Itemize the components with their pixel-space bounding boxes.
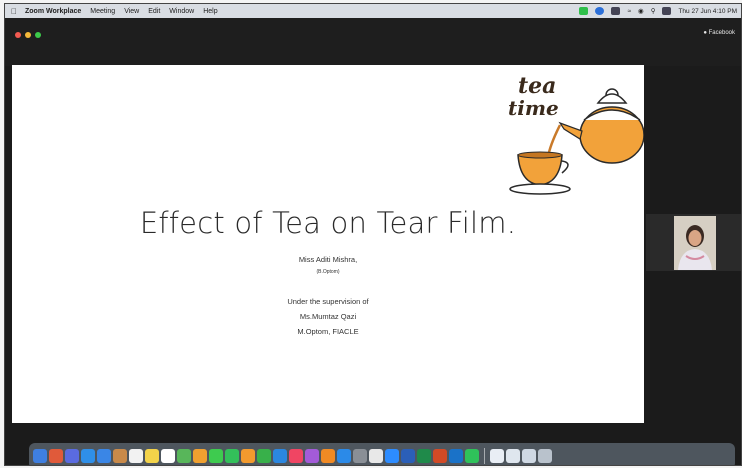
- tea-time-illustration: tea time: [508, 73, 644, 195]
- presenter-degree: (B.Optom): [316, 269, 340, 275]
- supervisor-name: Ms.Mumtaz Qazi: [299, 312, 357, 321]
- wifi-icon[interactable]: ≈: [627, 8, 631, 15]
- dock-document-2-icon[interactable]: [506, 449, 520, 463]
- art-word-time: time: [508, 96, 559, 120]
- menu-help[interactable]: Help: [203, 8, 217, 15]
- close-icon[interactable]: [15, 32, 21, 38]
- dock-word-icon[interactable]: [401, 449, 415, 463]
- dock-numbers-icon[interactable]: [257, 449, 271, 463]
- participant-video-thumbnail[interactable]: [646, 214, 741, 271]
- participant-video: [674, 216, 716, 270]
- dock-document-3-icon[interactable]: [522, 449, 536, 463]
- dock-podcasts-icon[interactable]: [305, 449, 319, 463]
- dock-facetime-icon[interactable]: [225, 449, 239, 463]
- maximize-icon[interactable]: [35, 32, 41, 38]
- dock-launchpad-icon[interactable]: [49, 449, 63, 463]
- slide-title: Effect of Tea on Tear Film.: [139, 206, 517, 240]
- dock-books-icon[interactable]: [321, 449, 335, 463]
- supervision-line: Under the supervision of: [287, 297, 369, 306]
- dock-photos-icon[interactable]: [193, 449, 207, 463]
- zoom-status-icon[interactable]: [579, 7, 589, 15]
- shared-screen-slide: tea time Effect of Tea on Tear Film. Mis…: [12, 65, 644, 423]
- dock-mail-icon[interactable]: [97, 449, 111, 463]
- dock-app-store-icon[interactable]: [337, 449, 351, 463]
- control-center-icon[interactable]: ◉: [638, 7, 644, 15]
- record-icon[interactable]: [595, 7, 605, 15]
- screen-share-icon[interactable]: [662, 7, 672, 15]
- dock-safari-icon[interactable]: [81, 449, 95, 463]
- search-icon[interactable]: ⚲: [651, 7, 656, 15]
- dock-excel-icon[interactable]: [417, 449, 431, 463]
- dock-messages-icon[interactable]: [209, 449, 223, 463]
- dock-contacts-icon[interactable]: [113, 449, 127, 463]
- dock-calendar-icon[interactable]: [129, 449, 143, 463]
- status-area: ≈ ◉ ⚲ Thu 27 Jun 4:10 PM: [579, 4, 737, 18]
- dock-keynote-icon[interactable]: [273, 449, 287, 463]
- minimize-icon[interactable]: [25, 32, 31, 38]
- menu-bar:  Zoom Workplace Meeting View Edit Windo…: [5, 4, 741, 18]
- dock-separator: [484, 448, 485, 464]
- dock: [29, 443, 735, 465]
- dock-finder-icon[interactable]: [33, 449, 47, 463]
- dock-reminders-icon[interactable]: [161, 449, 175, 463]
- menu-view[interactable]: View: [124, 8, 139, 15]
- menu-window[interactable]: Window: [169, 8, 194, 15]
- view-label[interactable]: ● Facebook: [703, 30, 735, 36]
- menu-clock: Thu 27 Jun 4:10 PM: [678, 7, 737, 15]
- dock-zoom-icon[interactable]: [385, 449, 399, 463]
- window-controls: [15, 32, 41, 38]
- dock-settings-icon[interactable]: [353, 449, 367, 463]
- dock-trash-icon[interactable]: [538, 449, 552, 463]
- participant-avatar: [674, 216, 716, 270]
- dock-notes-icon[interactable]: [145, 449, 159, 463]
- people-icon: ●: [703, 30, 707, 36]
- menu-app-name[interactable]: Zoom Workplace: [25, 8, 81, 15]
- dock-document-1-icon[interactable]: [490, 449, 504, 463]
- dock-whatsapp-icon[interactable]: [465, 449, 479, 463]
- dock-outlook-icon[interactable]: [449, 449, 463, 463]
- menu-edit[interactable]: Edit: [148, 8, 160, 15]
- dock-music-icon[interactable]: [289, 449, 303, 463]
- dock-pages-icon[interactable]: [241, 449, 255, 463]
- dock-calculator-icon[interactable]: [65, 449, 79, 463]
- zoom-title-bar: ● Facebook: [5, 18, 741, 66]
- battery-icon[interactable]: [611, 7, 621, 15]
- menu-meeting[interactable]: Meeting: [90, 8, 115, 15]
- apple-icon[interactable]: : [11, 7, 17, 16]
- dock-chrome-icon[interactable]: [369, 449, 383, 463]
- dock-maps-icon[interactable]: [177, 449, 191, 463]
- supervisor-degree: M.Optom, FIACLE: [297, 327, 359, 336]
- screen:  Zoom Workplace Meeting View Edit Windo…: [4, 3, 742, 466]
- dock-powerpoint-icon[interactable]: [433, 449, 447, 463]
- presenter-name: Miss Aditi Mishra,: [298, 255, 358, 264]
